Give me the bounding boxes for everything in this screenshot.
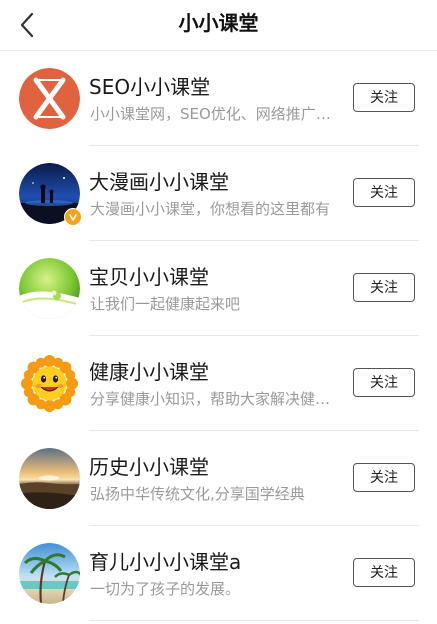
avatar <box>19 68 80 129</box>
account-name: 历史小小课堂 <box>89 455 209 479</box>
list-item[interactable]: SEO小小课堂 小小课堂网，SEO优化、网络推广、网站建设 关注 <box>0 51 437 146</box>
account-description: 大漫画小小课堂，你想看的这里都有 <box>90 200 331 218</box>
account-description: 小小课堂网，SEO优化、网络推广、网站建设 <box>90 105 342 123</box>
list-item[interactable]: 历史小小课堂 弘扬中华传统文化,分享国学经典 关注 <box>0 431 437 526</box>
follow-button[interactable]: 关注 <box>353 463 415 492</box>
account-description: 弘扬中华传统文化,分享国学经典 <box>90 485 305 503</box>
account-description: 分享健康小知识，帮助大家解决健康问题 <box>90 390 342 408</box>
list-item[interactable]: 宝贝小小课堂 让我们一起健康起来吧 关注 <box>0 241 437 336</box>
seo-logo-icon <box>19 68 80 129</box>
follow-button[interactable]: 关注 <box>353 83 415 112</box>
avatar <box>19 353 80 414</box>
follow-button[interactable]: 关注 <box>353 273 415 302</box>
list-item[interactable]: 大漫画小小课堂 大漫画小小课堂，你想看的这里都有 关注 <box>0 146 437 241</box>
app-screen: 小小课堂 SEO小小课堂 小小课堂网，SEO优化、网络推广、网站建设 关注 <box>0 0 437 624</box>
smiling-sun-icon <box>19 353 80 414</box>
account-name: 健康小小课堂 <box>89 360 209 384</box>
top-nav-bar: 小小课堂 <box>0 0 437 51</box>
follow-button[interactable]: 关注 <box>353 558 415 587</box>
account-name: 大漫画小小课堂 <box>89 170 229 194</box>
account-name: SEO小小课堂 <box>89 75 211 99</box>
account-list: SEO小小课堂 小小课堂网，SEO优化、网络推广、网站建设 关注 <box>0 51 437 621</box>
account-description: 一切为了孩子的发展。 <box>90 580 241 598</box>
account-description: 让我们一起健康起来吧 <box>90 295 241 313</box>
follow-button[interactable]: 关注 <box>353 368 415 397</box>
avatar <box>19 163 82 226</box>
page-title: 小小课堂 <box>178 11 259 35</box>
verified-badge-icon <box>64 208 82 226</box>
tropical-beach-icon <box>19 543 80 604</box>
green-nature-icon <box>19 258 80 319</box>
follow-button[interactable]: 关注 <box>353 178 415 207</box>
avatar <box>19 448 80 509</box>
avatar <box>19 543 80 604</box>
account-name: 宝贝小小课堂 <box>89 265 209 289</box>
sunset-landscape-icon <box>19 448 80 509</box>
list-item[interactable]: 育儿小小小课堂a 一切为了孩子的发展。 关注 <box>0 526 437 621</box>
avatar <box>19 258 80 319</box>
list-item[interactable]: 健康小小课堂 分享健康小知识，帮助大家解决健康问题 关注 <box>0 336 437 431</box>
account-name: 育儿小小小课堂a <box>89 550 242 574</box>
